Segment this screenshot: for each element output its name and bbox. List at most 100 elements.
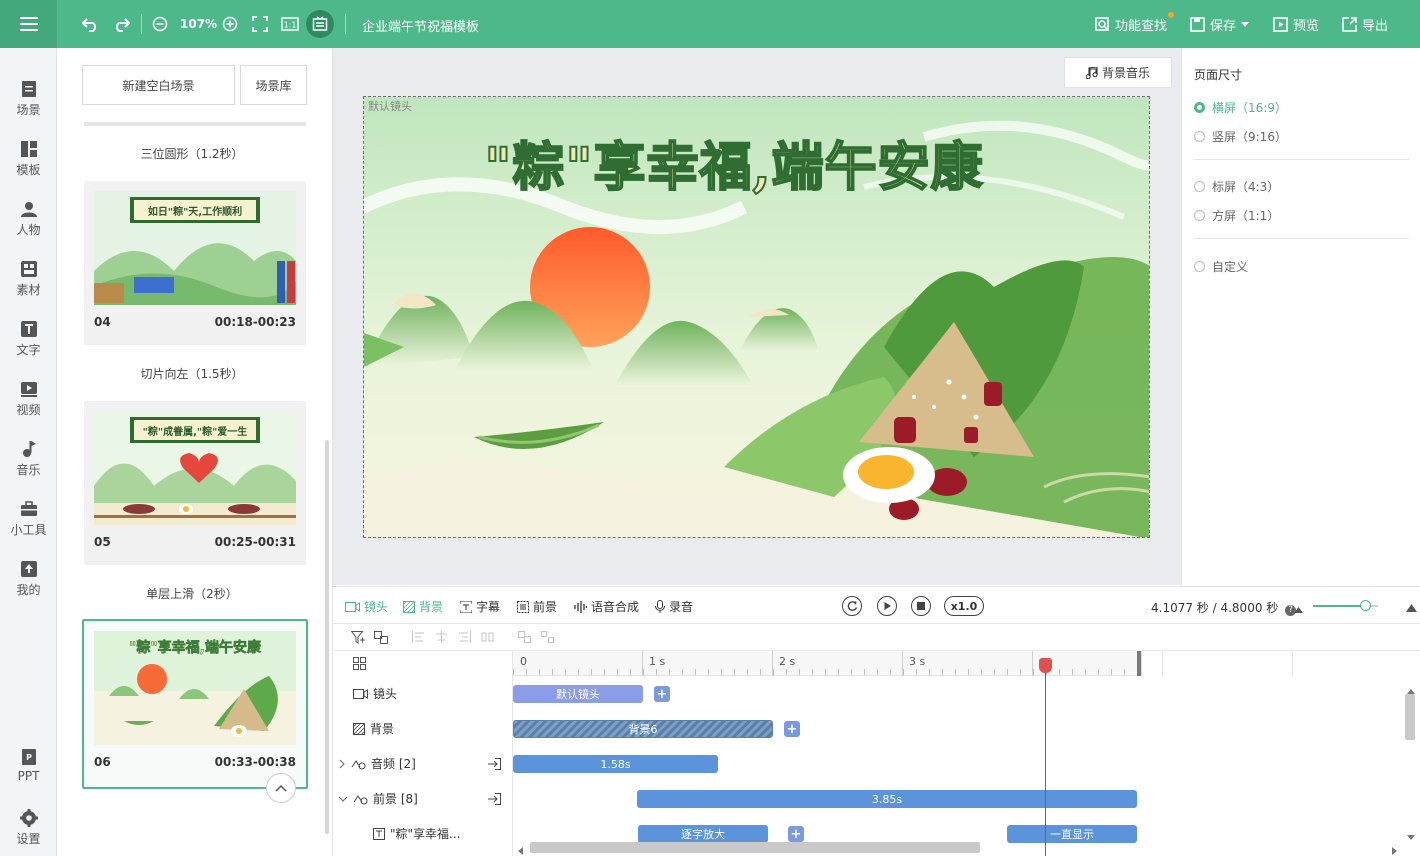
nav-item-ppt[interactable]: P PPT [0,748,57,783]
radio-portrait-9-16[interactable]: 竖屏（9:16） [1194,128,1287,145]
clip-text-always-show[interactable]: 一直显示 [1007,825,1137,843]
tab-background[interactable]: 背景 [403,598,443,615]
scene-panel-scrollbar[interactable] [325,440,329,834]
zoom-out-icon[interactable] [150,12,170,36]
undo-icon[interactable] [80,12,102,36]
canvas-stage[interactable]: "粽"享幸福,端午安康 [363,96,1150,538]
transition-label[interactable]: 单层上滑（2秒） [57,585,327,602]
canvas-title-text[interactable]: "粽"享幸福,端午安康 [434,125,1034,200]
playhead-handle[interactable] [1039,658,1052,673]
timeline-vertical-scrollbar[interactable] [1405,694,1415,740]
tab-record[interactable]: 录音 [655,598,693,615]
scroll-down-icon[interactable] [1407,829,1415,843]
nav-item-material[interactable]: 素材 [0,260,57,298]
scene-card-04[interactable]: 如日"粽"天,工作顺利 04 00:18-00:23 [84,181,306,345]
layers-icon[interactable] [374,631,388,647]
timeline-zoom-knob[interactable] [1360,600,1371,611]
add-lens-icon[interactable]: + [654,686,670,702]
nav-item-text[interactable]: 文字 [0,320,57,358]
new-blank-scene-button[interactable]: 新建空白场景 [82,65,235,105]
time-ruler[interactable]: 0 1 s 2 s 3 s [513,651,1420,676]
scene-card-05[interactable]: "粽"成眷属,"粽"爱一生 05 00:25-00:31 [84,401,306,565]
material-icon [20,260,38,278]
redo-icon[interactable] [110,12,132,36]
nav-item-person[interactable]: 人物 [0,200,57,238]
track-label-foreground[interactable]: 前景 [8] [333,790,513,807]
scene-thumbnail: "粽"享幸福,端午安康 [94,631,296,745]
nav-item-template[interactable]: 模板 [0,140,57,178]
zoom-out-timeline-icon[interactable] [1294,602,1303,616]
person-icon [20,200,38,218]
tab-foreground[interactable]: 前景 [517,598,557,615]
filter-icon[interactable] [350,631,365,647]
ungroup-icon[interactable] [541,631,554,646]
preview-label: 预览 [1293,19,1320,34]
timeline-horizontal-scrollbar[interactable] [530,842,980,853]
add-background-icon[interactable]: + [784,721,800,737]
scene-number: 06 [94,755,111,769]
nav-item-scene[interactable]: 场景 [0,80,57,118]
scroll-left-icon[interactable] [518,844,523,856]
feature-search-button[interactable]: 功能查找 [1095,12,1174,34]
nav-item-mine[interactable]: 我的 [0,560,57,598]
export-label: 导出 [1362,19,1389,34]
tab-subtitle[interactable]: 字幕 [460,598,500,615]
ruler-major-tick [1032,651,1033,676]
nav-item-music[interactable]: 音乐 [0,440,57,478]
scene-time-range: 00:18-00:23 [214,315,296,329]
timeline-grid[interactable]: 0 1 s 2 s 3 s 默认镜头 + 背景6 + 1.58s 3.85s 逐… [513,651,1420,856]
zoom-in-timeline-icon[interactable] [1406,601,1417,615]
track-label-background[interactable]: 背景 [333,720,513,737]
clip-text-zoom-in[interactable]: 逐字放大 [638,825,768,843]
scene-card-06[interactable]: "粽"享幸福,端午安康 06 00:33-00:38 [82,619,308,789]
tab-label: 背景 [419,600,444,614]
clip-background[interactable]: 背景6 [513,720,773,738]
align-left-icon[interactable] [412,631,425,646]
save-button[interactable]: 保存 [1190,15,1250,34]
nav-item-video[interactable]: 视频 [0,380,57,418]
radio-custom[interactable]: 自定义 [1194,258,1248,275]
subtitle-toggle-icon[interactable] [306,10,334,38]
fullscreen-icon[interactable] [250,12,270,36]
group-icon[interactable] [518,631,531,646]
distribute-icon[interactable] [481,631,494,646]
tab-voice-synthesis[interactable]: 语音合成 [574,598,639,615]
collapse-up-icon[interactable] [266,773,296,803]
video-icon [20,380,38,398]
playback-speed-button[interactable]: x1.0 [944,596,984,616]
radio-landscape-16-9[interactable]: 横屏（16:9） [1194,99,1287,116]
scene-library-button[interactable]: 场景库 [240,65,307,105]
clip-audio[interactable]: 1.58s [513,755,718,773]
background-music-button[interactable]: 背景音乐 [1064,57,1172,88]
nav-item-toolbox[interactable]: 小工具 [0,500,57,538]
clip-foreground[interactable]: 3.85s [637,790,1137,808]
template-icon [20,140,38,158]
document-title[interactable]: 企业端午节祝福模板 [362,16,479,35]
track-label-audio[interactable]: 音频 [2] [333,755,513,772]
tab-lens[interactable]: 镜头 [345,598,388,615]
menu-icon[interactable] [0,0,57,48]
transition-label[interactable]: 切片向左（1.5秒） [57,365,327,382]
ruler-after-area [1141,651,1420,676]
default-lens-label: 默认镜头 [368,100,412,113]
preview-button[interactable]: 预览 [1273,15,1319,34]
clip-default-lens[interactable]: 默认镜头 [513,685,643,703]
export-button[interactable]: 导出 [1342,15,1388,34]
transition-label[interactable]: 三位圆形（1.2秒） [57,145,327,162]
align-right-icon[interactable] [458,631,471,646]
zoom-in-icon[interactable] [220,12,240,36]
nav-item-settings[interactable]: 设置 [0,809,57,847]
radio-square-1-1[interactable]: 方屏（1:1） [1194,207,1279,224]
replay-icon[interactable] [842,596,862,616]
scroll-right-icon[interactable] [1392,844,1397,856]
play-icon[interactable] [877,596,897,616]
track-label-title-text[interactable]: "粽"享幸福... [333,825,513,842]
add-animation-icon[interactable]: + [788,826,804,842]
align-center-icon[interactable] [435,631,448,646]
preview-icon [1273,17,1288,32]
track-label-lens[interactable]: 镜头 [333,685,513,702]
timeline-grid-icon[interactable] [353,657,366,673]
radio-standard-4-3[interactable]: 标屏（4:3） [1194,178,1279,195]
actual-size-icon[interactable]: 1:1 [280,12,300,36]
stop-icon[interactable] [911,596,931,616]
